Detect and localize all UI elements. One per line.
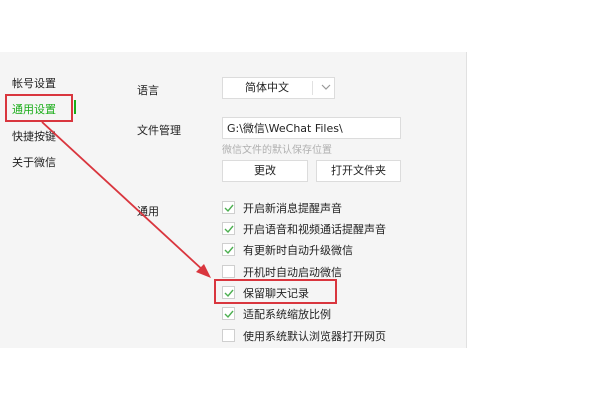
active-indicator <box>74 100 76 114</box>
language-select-value: 简体中文 <box>245 81 289 94</box>
checkmark-icon <box>224 289 234 298</box>
general-label: 通用 <box>137 205 159 218</box>
option-label: 使用系统默认浏览器打开网页 <box>243 330 386 343</box>
language-select[interactable]: 简体中文 <box>222 77 335 99</box>
option-label: 开启新消息提醒声音 <box>243 202 342 215</box>
checkmark-icon <box>224 310 234 319</box>
open-folder-button[interactable]: 打开文件夹 <box>316 160 401 182</box>
checkbox[interactable] <box>222 307 235 320</box>
checkbox[interactable] <box>222 286 235 299</box>
sidebar-item-label: 通用设置 <box>12 103 56 116</box>
sidebar-item-label: 快捷按键 <box>12 130 56 143</box>
sidebar-item-shortcut-keys[interactable]: 快捷按键 <box>12 128 56 144</box>
option-label: 保留聊天记录 <box>243 287 309 300</box>
checkbox[interactable] <box>222 222 235 235</box>
option-label: 开机时自动启动微信 <box>243 266 342 279</box>
checkmark-icon <box>224 225 234 234</box>
sidebar-item-about-wechat[interactable]: 关于微信 <box>12 154 56 170</box>
option-label: 有更新时自动升级微信 <box>243 244 353 257</box>
option-label: 适配系统缩放比例 <box>243 308 331 321</box>
sidebar-item-account-settings[interactable]: 帐号设置 <box>12 75 56 91</box>
sidebar-item-label: 关于微信 <box>12 156 56 169</box>
sidebar-item-general-settings[interactable]: 通用设置 <box>12 101 56 117</box>
checkbox[interactable] <box>222 265 235 278</box>
checkbox[interactable] <box>222 243 235 256</box>
checkmark-icon <box>224 204 234 213</box>
file-management-label: 文件管理 <box>137 124 181 137</box>
chevron-down-icon <box>321 84 331 90</box>
checkbox[interactable] <box>222 329 235 342</box>
file-path-field[interactable] <box>222 117 401 139</box>
checkmark-icon <box>224 246 234 255</box>
change-folder-button[interactable]: 更改 <box>222 160 308 182</box>
file-path-hint: 微信文件的默认保存位置 <box>222 145 332 156</box>
language-label: 语言 <box>137 84 159 97</box>
select-divider <box>312 81 313 95</box>
checkbox[interactable] <box>222 201 235 214</box>
sidebar-item-label: 帐号设置 <box>12 77 56 90</box>
option-label: 开启语音和视频通话提醒声音 <box>243 223 386 236</box>
